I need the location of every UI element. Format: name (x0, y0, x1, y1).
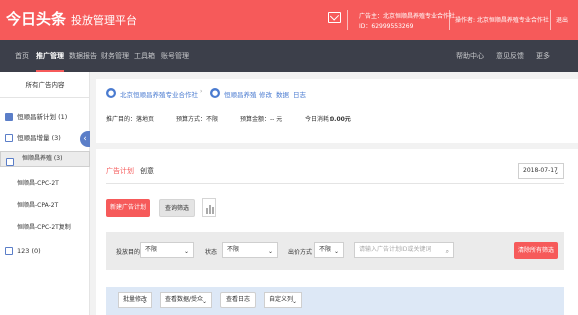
platform-name: 投放管理平台 (71, 14, 138, 27)
nav-help[interactable]: 帮助中心 (456, 40, 484, 72)
filter-status-label: 状态 (205, 249, 218, 256)
stat-target: 推广目的：落地页 (106, 116, 155, 123)
checkbox-icon[interactable] (5, 247, 13, 255)
sidebar-title: 所有广告内容 (0, 72, 90, 98)
select-value: 不限 (319, 246, 332, 253)
checkbox-icon[interactable] (6, 158, 14, 166)
logo-text: 今日头条 (6, 10, 67, 28)
filter-bid-label: 出价方式 (288, 249, 313, 256)
stat-budget-mode: 预算方式：不限 (176, 116, 219, 123)
chevron-down-icon: ⌄ (333, 248, 339, 255)
chevron-down-icon: ⌄ (291, 298, 297, 305)
dropdown-label: 查看数据/受众 (165, 296, 204, 303)
sidebar-item-label: 恒顺昌增量 (3) (17, 134, 61, 142)
stat-budget: 预算金额：-- 元 (240, 116, 283, 123)
nav-home[interactable]: 首页 (15, 40, 29, 72)
sidebar-item-label: 恒顺昌新计划 (1) (17, 113, 68, 121)
tab-divider (106, 183, 564, 184)
sidebar-subitem[interactable]: 恒顺昌-CPC-2T (17, 174, 59, 194)
main-nav: 首页 推广管理 数据报告 财务管理 工具箱 账号管理 帮助中心 意见反馈 更多 (0, 40, 578, 72)
sidebar-item-breeding[interactable]: 恒顺昌养殖 (3) (0, 151, 90, 167)
select-value: 不限 (145, 246, 158, 253)
chevron-down-icon: ⌄ (267, 248, 273, 255)
filter-status-select[interactable]: 不限 ⌄ (222, 242, 278, 258)
filter-bid-select[interactable]: 不限 ⌄ (314, 242, 344, 258)
top-bar: 今日头条 投放管理平台 广告主：北京恒顺昌养殖专业合作社 ID：629995532… (0, 0, 578, 40)
nav-data-report[interactable]: 数据报告 (69, 40, 97, 72)
search-input[interactable]: 请输入广告计划ID或关键词 ⌕ (354, 242, 454, 258)
view-data-dropdown[interactable]: 查看数据/受众 ⌄ (160, 292, 212, 308)
divider (347, 10, 348, 30)
sidebar-item-label: 恒顺昌养殖 (3) (22, 155, 63, 162)
nav-promotion[interactable]: 推广管理 (36, 40, 64, 72)
chevron-down-icon: ⌄ (183, 248, 189, 255)
chevron-left-icon[interactable]: ‹ (80, 131, 90, 147)
breadcrumb-company[interactable]: 北京恒顺昌养殖专业合作社 (120, 89, 198, 99)
sidebar-item-new-plan[interactable]: 恒顺昌新计划 (1) (0, 107, 90, 127)
clear-filters-button[interactable]: 清除所有筛选 (514, 242, 558, 259)
nav-more[interactable]: 更多 (536, 40, 550, 72)
date-picker[interactable]: 2018-07-17 ⌄ (518, 163, 564, 179)
stat-today-value: 0.00元 (330, 116, 351, 123)
breadcrumb-campaign: 恒顺昌养殖 (224, 91, 257, 99)
tab-creative[interactable]: 创意 (140, 166, 154, 176)
nav-finance[interactable]: 财务管理 (101, 40, 129, 72)
sidebar-item-increment[interactable]: 恒顺昌增量 (3) (0, 128, 90, 148)
batch-edit-dropdown[interactable]: 批量修改 ⌄ (118, 292, 152, 308)
sidebar-item-label: 123 (0) (17, 247, 41, 255)
checkbox-icon[interactable] (5, 113, 13, 121)
chevron-down-icon: ⌄ (201, 298, 207, 305)
logout-link[interactable]: 退出 (556, 16, 568, 25)
sidebar-subitem[interactable]: 恒顺昌-CPC-2T复制 (17, 218, 71, 238)
select-value: 不限 (227, 246, 240, 253)
chevron-down-icon: ⌄ (141, 298, 147, 305)
custom-columns-dropdown[interactable]: 自定义列 ⌄ (264, 292, 302, 308)
advertiser-id: ID：62999553269 (359, 23, 414, 30)
query-filter-button[interactable]: 查询筛选 (159, 199, 195, 217)
search-placeholder: 请输入广告计划ID或关键词 (359, 246, 432, 253)
logo[interactable]: 今日头条 投放管理平台 (6, 9, 137, 31)
log-link[interactable]: 日志 (293, 89, 306, 99)
divider (550, 10, 551, 30)
message-icon[interactable] (328, 12, 341, 23)
filter-target-select[interactable]: 不限 ⌄ (140, 242, 194, 258)
company-icon: ● (106, 88, 116, 98)
divider (449, 10, 450, 30)
tab-ad-plan[interactable]: 广告计划 (106, 166, 134, 176)
filter-target-label: 投放目的 (116, 249, 141, 256)
checkbox-icon[interactable] (5, 134, 13, 142)
search-icon[interactable]: ⌕ (446, 245, 449, 259)
nav-account[interactable]: 账号管理 (161, 40, 189, 72)
date-value: 2018-07-17 (523, 167, 558, 174)
operator-name: 操作者: 北京恒顺昌养殖专业合作社 (455, 17, 549, 24)
nav-toolbox[interactable]: 工具箱 (134, 40, 155, 72)
nav-feedback[interactable]: 意见反馈 (496, 40, 524, 72)
view-log-button[interactable]: 查看日志 (220, 292, 256, 308)
chart-icon[interactable] (202, 198, 216, 217)
edit-link[interactable]: 修改 (259, 89, 272, 99)
dropdown-label: 自定义列 (269, 296, 294, 303)
data-link[interactable]: 数据 (276, 89, 289, 99)
sidebar-subitem[interactable]: 恒顺昌-CPA-2T (17, 196, 58, 216)
campaign-icon: ● (210, 88, 220, 98)
breadcrumb-separator: › (200, 88, 203, 95)
chevron-down-icon: ⌄ (553, 169, 559, 176)
new-plan-button[interactable]: 新建广告计划 (106, 199, 150, 217)
advertiser-name: 广告主：北京恒顺昌养殖专业合作社 (359, 13, 456, 20)
sidebar-item-123[interactable]: 123 (0) (0, 241, 90, 261)
